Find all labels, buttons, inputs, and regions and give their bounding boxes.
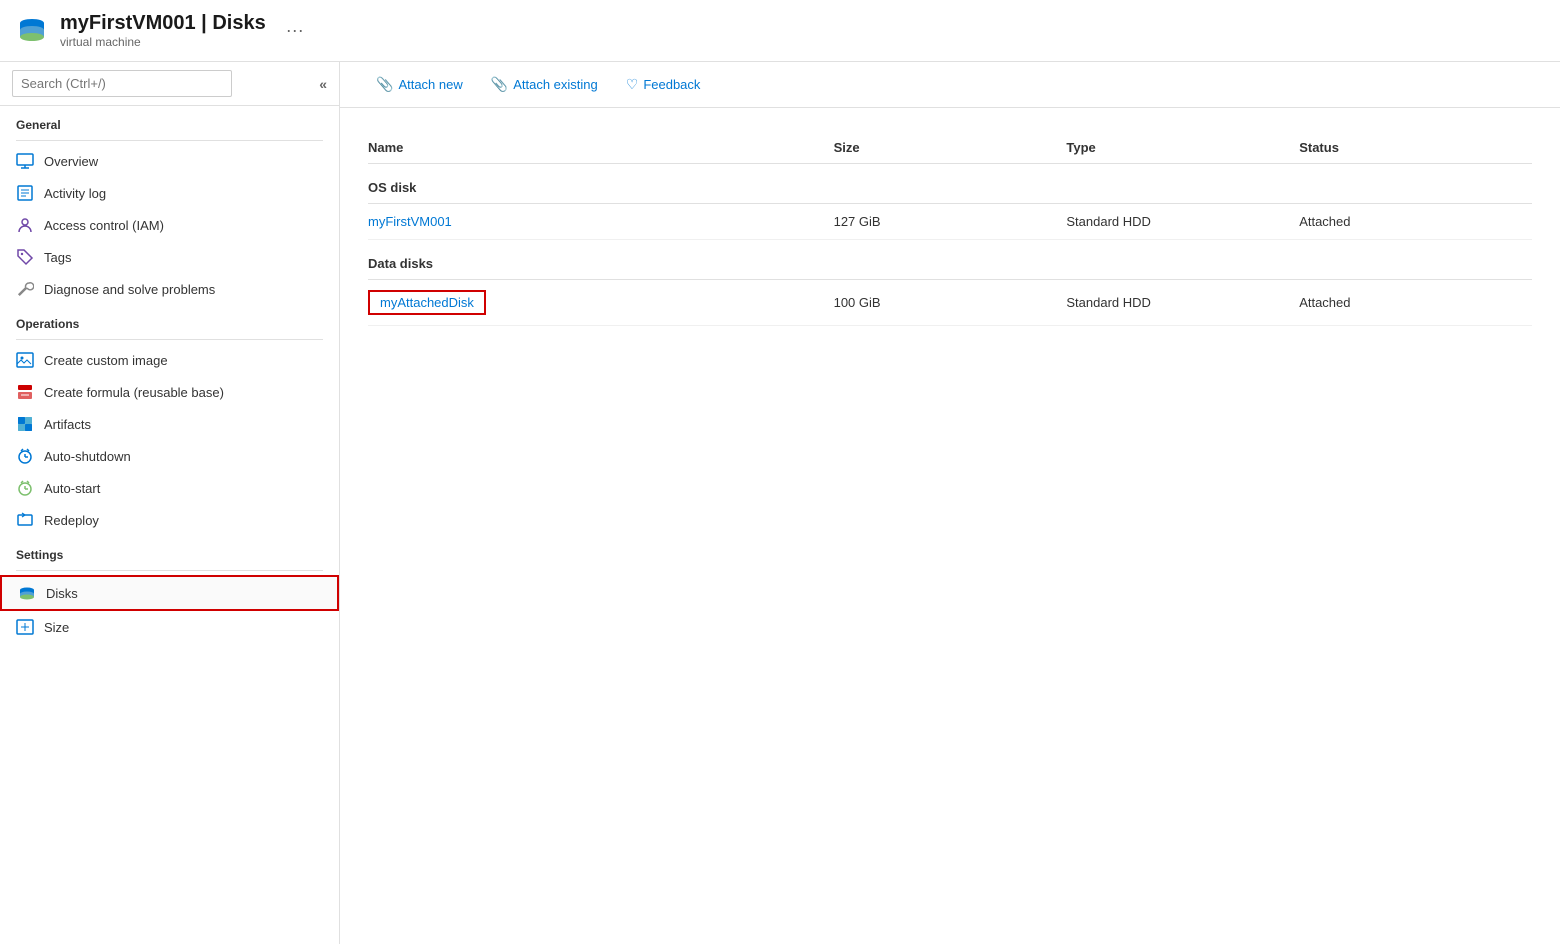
col-name: Name: [368, 132, 834, 164]
attach-new-icon: 📎: [376, 76, 393, 93]
data-disk-link[interactable]: myAttachedDisk: [368, 290, 486, 315]
section-label-general: General: [0, 106, 339, 136]
sidebar-item-label-auto-shutdown: Auto-shutdown: [44, 449, 131, 464]
data-disk-status: Attached: [1299, 280, 1532, 326]
more-options-button[interactable]: ···: [286, 20, 304, 41]
tag-icon: [16, 248, 34, 266]
sidebar-item-label-disks: Disks: [46, 586, 78, 601]
data-disk-name-cell[interactable]: myAttachedDisk: [368, 280, 834, 326]
content-area: 📎 Attach new 📎 Attach existing ♡ Feedbac…: [340, 62, 1560, 944]
sidebar-item-label-diagnose: Diagnose and solve problems: [44, 282, 215, 297]
search-input[interactable]: [12, 70, 232, 97]
col-size: Size: [834, 132, 1067, 164]
attach-existing-icon: 📎: [491, 76, 508, 93]
page-title: myFirstVM001 | Disks: [60, 12, 266, 35]
artifacts-icon: [16, 415, 34, 433]
monitor-icon: [16, 152, 34, 170]
divider-settings: [16, 570, 323, 571]
sidebar-item-label-activity-log: Activity log: [44, 186, 106, 201]
sidebar-item-label-create-image: Create custom image: [44, 353, 168, 368]
sidebar-item-label-redeploy: Redeploy: [44, 513, 99, 528]
table-row-os-disk: myFirstVM001 127 GiB Standard HDD Attach…: [368, 204, 1532, 240]
disks-table: Name Size Type Status OS disk myFirstVM0…: [368, 132, 1532, 326]
os-disk-status: Attached: [1299, 204, 1532, 240]
os-disk-section-header: OS disk: [368, 164, 1532, 204]
os-disk-type: Standard HDD: [1066, 204, 1299, 240]
clock2-icon: [16, 479, 34, 497]
col-status: Status: [1299, 132, 1532, 164]
attach-new-label: Attach new: [398, 77, 462, 92]
sidebar-collapse-button[interactable]: «: [319, 76, 327, 92]
sidebar-item-label-create-formula: Create formula (reusable base): [44, 385, 224, 400]
feedback-button[interactable]: ♡ Feedback: [614, 70, 713, 99]
attach-existing-label: Attach existing: [513, 77, 598, 92]
sidebar-item-redeploy[interactable]: Redeploy: [0, 504, 339, 536]
data-disk-type: Standard HDD: [1066, 280, 1299, 326]
table-row-data-disk-0: myAttachedDisk 100 GiB Standard HDD Atta…: [368, 280, 1532, 326]
sidebar-item-size[interactable]: Size: [0, 611, 339, 643]
sidebar-item-diagnose[interactable]: Diagnose and solve problems: [0, 273, 339, 305]
sidebar-item-activity-log[interactable]: Activity log: [0, 177, 339, 209]
sidebar-nav: General Overview Activity log Access con…: [0, 106, 339, 944]
data-disk-label: Data disks: [368, 240, 1532, 280]
toolbar: 📎 Attach new 📎 Attach existing ♡ Feedbac…: [340, 62, 1560, 108]
sidebar-item-overview[interactable]: Overview: [0, 145, 339, 177]
attach-new-button[interactable]: 📎 Attach new: [364, 70, 475, 99]
sidebar-item-auto-start[interactable]: Auto-start: [0, 472, 339, 504]
clock-icon: [16, 447, 34, 465]
page-subtitle: virtual machine: [60, 35, 266, 49]
redeploy-icon: [16, 511, 34, 529]
sidebar-item-label-size: Size: [44, 620, 69, 635]
os-disk-size: 127 GiB: [834, 204, 1067, 240]
feedback-label: Feedback: [643, 77, 700, 92]
os-disk-name[interactable]: myFirstVM001: [368, 204, 834, 240]
sidebar-item-disks[interactable]: Disks: [0, 575, 339, 611]
sidebar-item-label-tags: Tags: [44, 250, 71, 265]
sidebar-item-create-image[interactable]: Create custom image: [0, 344, 339, 376]
sidebar-search-area: «: [0, 62, 339, 106]
sidebar-item-access-control[interactable]: Access control (IAM): [0, 209, 339, 241]
divider-general: [16, 140, 323, 141]
section-label-operations: Operations: [0, 305, 339, 335]
content-body: Name Size Type Status OS disk myFirstVM0…: [340, 108, 1560, 944]
vm-icon: [16, 15, 48, 47]
main-layout: « General Overview Activity log: [0, 62, 1560, 944]
sidebar-item-create-formula[interactable]: Create formula (reusable base): [0, 376, 339, 408]
os-disk-link[interactable]: myFirstVM001: [368, 214, 452, 229]
page-header: myFirstVM001 | Disks virtual machine ···: [0, 0, 1560, 62]
sidebar-item-label-access-control: Access control (IAM): [44, 218, 164, 233]
data-disk-size: 100 GiB: [834, 280, 1067, 326]
section-label-settings: Settings: [0, 536, 339, 566]
sidebar-item-auto-shutdown[interactable]: Auto-shutdown: [0, 440, 339, 472]
data-disk-section-header: Data disks: [368, 240, 1532, 280]
sidebar: « General Overview Activity log: [0, 62, 340, 944]
sidebar-item-label-overview: Overview: [44, 154, 98, 169]
sidebar-item-artifacts[interactable]: Artifacts: [0, 408, 339, 440]
divider-operations: [16, 339, 323, 340]
image-icon: [16, 351, 34, 369]
formula-icon: [16, 383, 34, 401]
sidebar-item-label-artifacts: Artifacts: [44, 417, 91, 432]
title-group: myFirstVM001 | Disks virtual machine: [60, 12, 266, 49]
attach-existing-button[interactable]: 📎 Attach existing: [479, 70, 610, 99]
person-icon: [16, 216, 34, 234]
os-disk-label: OS disk: [368, 164, 1532, 204]
size-icon: [16, 618, 34, 636]
sidebar-item-label-auto-start: Auto-start: [44, 481, 100, 496]
sidebar-item-tags[interactable]: Tags: [0, 241, 339, 273]
disk-icon: [18, 584, 36, 602]
wrench-icon: [16, 280, 34, 298]
list-icon: [16, 184, 34, 202]
col-type: Type: [1066, 132, 1299, 164]
feedback-icon: ♡: [626, 76, 639, 93]
